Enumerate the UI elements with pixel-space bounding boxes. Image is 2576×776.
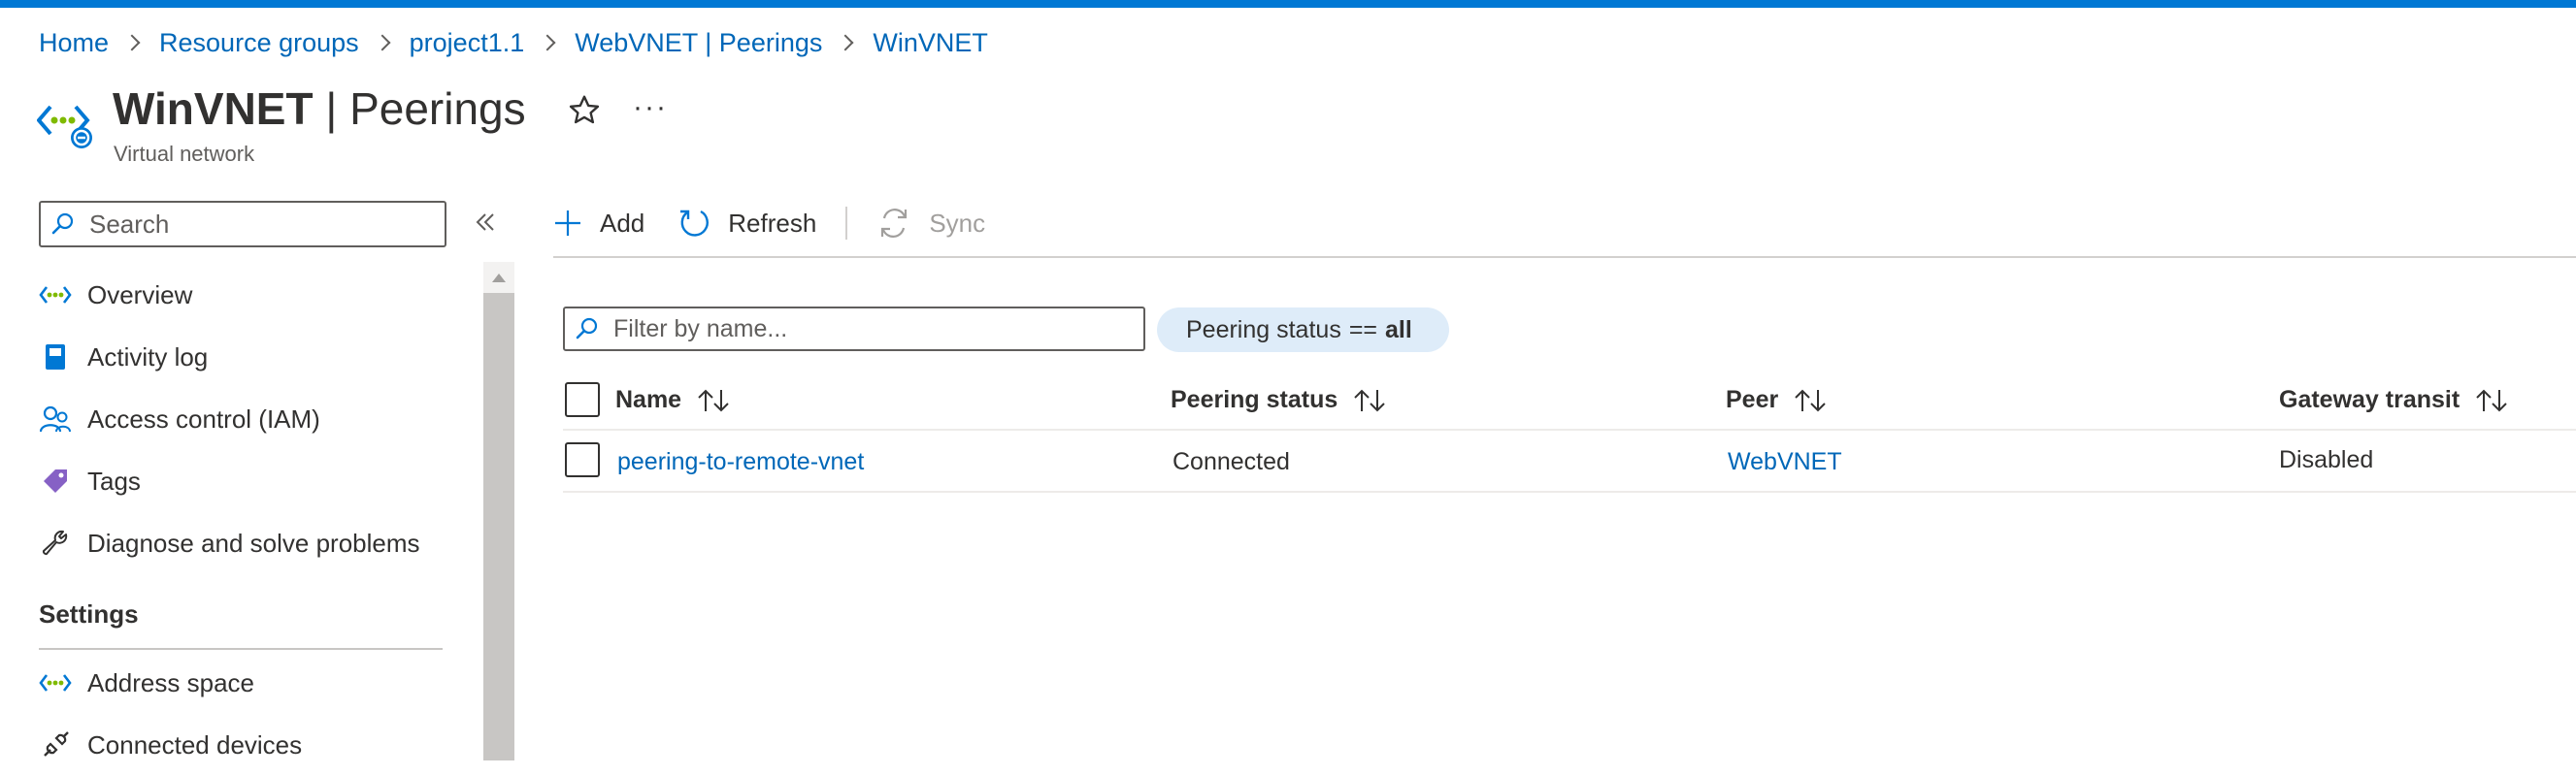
vnet-icon xyxy=(39,278,72,311)
sidebar-item-diagnose[interactable]: Diagnose and solve problems xyxy=(39,512,446,574)
resource-menu-search[interactable] xyxy=(39,201,446,247)
search-icon xyxy=(576,317,598,340)
plus-icon xyxy=(555,210,580,236)
sidebar-item-connected-devices[interactable]: Connected devices xyxy=(39,714,446,776)
table-header: Name Peering status Peer Gateway transit xyxy=(563,374,2576,431)
sidebar-item-address-space[interactable]: Address space xyxy=(39,652,446,714)
book-icon xyxy=(39,340,72,373)
peering-status-filter-pill[interactable]: Peering status == all xyxy=(1157,307,1449,352)
people-icon xyxy=(39,403,72,436)
column-header-peer[interactable]: Peer xyxy=(1726,386,1827,414)
command-divider xyxy=(845,207,848,240)
sidebar-item-label: Tags xyxy=(87,466,141,496)
vnet-icon xyxy=(39,666,72,699)
sort-icon xyxy=(1354,389,1385,411)
sync-button[interactable]: Sync xyxy=(876,207,985,240)
chevron-right-icon xyxy=(123,34,141,51)
breadcrumb-resource-groups[interactable]: Resource groups xyxy=(159,28,359,58)
pill-value: all xyxy=(1385,315,1412,343)
resource-menu: Overview Activity log Access control (IA… xyxy=(39,264,446,574)
sidebar-item-label: Access control (IAM) xyxy=(87,404,320,434)
more-options-icon[interactable]: ··· xyxy=(633,93,668,122)
select-all-checkbox[interactable] xyxy=(565,382,600,417)
chevron-right-icon xyxy=(374,34,391,51)
sidebar-item-label: Connected devices xyxy=(87,729,303,760)
peering-status-cell: Connected xyxy=(1172,448,1290,475)
refresh-button-label: Refresh xyxy=(728,208,817,238)
sort-icon xyxy=(1795,389,1826,411)
refresh-icon xyxy=(680,210,710,237)
sidebar-item-activity-log[interactable]: Activity log xyxy=(39,326,446,388)
column-header-label: Peer xyxy=(1726,386,1779,413)
top-accent-bar xyxy=(0,0,2576,8)
gateway-transit-cell: Disabled xyxy=(2279,446,2374,473)
scroll-up-arrow-icon[interactable] xyxy=(492,274,506,282)
table-row[interactable]: peering-to-remote-vnet Connected WebVNET… xyxy=(563,431,2576,493)
collapse-menu-icon[interactable] xyxy=(474,210,497,235)
star-icon[interactable] xyxy=(567,93,602,128)
column-header-label: Name xyxy=(615,386,682,413)
sidebar-item-label: Activity log xyxy=(87,341,209,372)
breadcrumb-resource-group[interactable]: project1.1 xyxy=(410,28,525,58)
sidebar-item-label: Address space xyxy=(87,667,254,697)
page-subtitle: Virtual network xyxy=(114,142,255,166)
breadcrumb-webvnet-peerings[interactable]: WebVNET | Peerings xyxy=(575,28,822,58)
chevron-right-icon xyxy=(539,34,556,51)
filter-by-name-input[interactable] xyxy=(611,313,1116,344)
column-header-gateway-transit[interactable]: Gateway transit xyxy=(2279,386,2508,414)
column-header-peering-status[interactable]: Peering status xyxy=(1171,386,1386,414)
column-header-name[interactable]: Name xyxy=(615,386,730,414)
sidebar-item-label: Diagnose and solve problems xyxy=(87,528,420,558)
sync-button-label: Sync xyxy=(929,208,986,238)
command-bar: Add Refresh Sync xyxy=(553,200,985,246)
pill-operator: == xyxy=(1348,315,1378,343)
peer-link[interactable]: WebVNET xyxy=(1728,448,1842,476)
page-title: WinVNET | Peerings xyxy=(113,80,526,138)
filter-box[interactable] xyxy=(563,307,1145,351)
column-header-label: Gateway transit xyxy=(2279,386,2460,413)
nav-section-settings: Settings xyxy=(39,599,139,629)
peering-name-link[interactable]: peering-to-remote-vnet xyxy=(617,448,864,476)
add-button-label: Add xyxy=(600,208,645,238)
menu-scrollbar-thumb[interactable] xyxy=(483,293,514,760)
column-header-label: Peering status xyxy=(1171,386,1338,413)
tag-icon xyxy=(39,465,72,498)
chevron-right-icon xyxy=(837,34,854,51)
sidebar-item-iam[interactable]: Access control (IAM) xyxy=(39,388,446,450)
sync-icon xyxy=(881,209,908,238)
sidebar-item-overview[interactable]: Overview xyxy=(39,264,446,326)
add-button[interactable]: Add xyxy=(553,209,644,239)
sort-icon xyxy=(2476,389,2507,411)
peerings-table: Name Peering status Peer Gateway transit xyxy=(563,374,2576,493)
wrench-icon xyxy=(39,527,72,560)
search-icon xyxy=(51,212,74,235)
nav-divider xyxy=(39,648,443,650)
sidebar-item-label: Overview xyxy=(87,279,193,309)
page-title-section: | Peerings xyxy=(313,83,526,134)
breadcrumb: Home Resource groups project1.1 WebVNET … xyxy=(39,25,988,60)
virtual-network-icon xyxy=(37,105,92,148)
refresh-button[interactable]: Refresh xyxy=(677,207,816,240)
row-select-checkbox[interactable] xyxy=(565,442,600,477)
sidebar-item-tags[interactable]: Tags xyxy=(39,450,446,512)
command-bar-divider xyxy=(553,256,2576,258)
search-input[interactable] xyxy=(87,208,417,241)
settings-menu: Address space Connected devices xyxy=(39,652,446,776)
sort-icon xyxy=(698,389,729,411)
plug-icon xyxy=(39,728,72,761)
page-title-resource: WinVNET xyxy=(113,83,314,134)
pill-field: Peering status xyxy=(1186,315,1341,343)
breadcrumb-winvnet[interactable]: WinVNET xyxy=(873,28,988,58)
breadcrumb-home[interactable]: Home xyxy=(39,28,109,58)
